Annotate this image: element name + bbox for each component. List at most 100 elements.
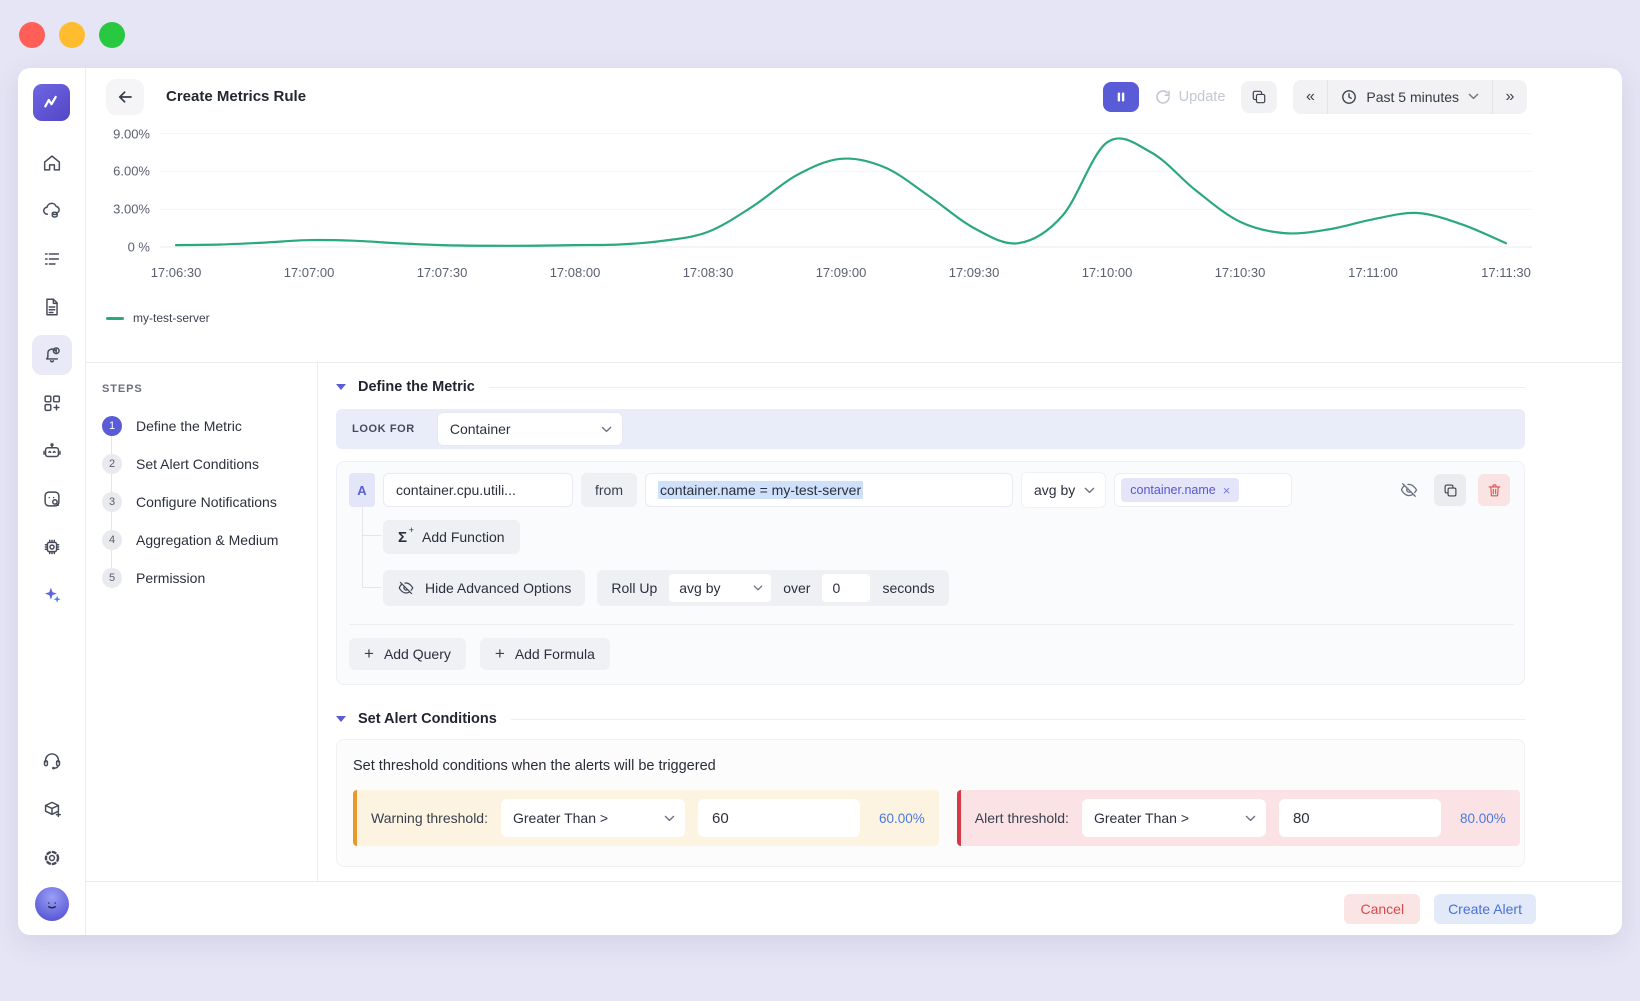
sidebar-item-alerts[interactable] xyxy=(31,335,72,375)
alert-conditions-section-header[interactable]: Set Alert Conditions xyxy=(336,711,1525,727)
add-function-button[interactable]: Σ Add Function xyxy=(383,520,520,554)
step-label: Permission xyxy=(136,570,206,586)
time-range-back-button[interactable]: « xyxy=(1293,80,1327,114)
sidebar-item-support[interactable] xyxy=(32,740,72,780)
x-tick-label: 17:10:30 xyxy=(1214,265,1266,280)
sidebar-item-infrastructure[interactable] xyxy=(32,191,72,231)
add-query-button[interactable]: + Add Query xyxy=(349,638,466,670)
group-by-tag-label: container.name xyxy=(1130,483,1216,497)
chevron-down-icon xyxy=(753,585,763,591)
zoom-window-button[interactable] xyxy=(99,22,125,48)
section-rule xyxy=(510,718,1525,720)
home-icon xyxy=(43,155,60,171)
minimize-window-button[interactable] xyxy=(59,22,85,48)
steps-list: 1 Define the Metric 2 Set Alert Conditio… xyxy=(102,407,317,597)
sidebar-item-documents[interactable] xyxy=(32,287,72,327)
alert-threshold: Alert threshold: Greater Than > 80.00% xyxy=(956,790,1520,846)
x-tick-label: 17:09:00 xyxy=(815,265,867,280)
step-aggregation-medium[interactable]: 4 Aggregation & Medium xyxy=(102,521,317,559)
time-range-forward-button[interactable]: » xyxy=(1493,80,1527,114)
alert-percent: 80.00% xyxy=(1459,810,1506,826)
query-row-a: A from container.name = my-test-server a… xyxy=(349,472,1514,508)
trash-icon xyxy=(1488,483,1500,496)
user-avatar[interactable] xyxy=(34,887,69,921)
update-button[interactable]: Update xyxy=(1155,89,1225,105)
face-search-icon xyxy=(43,491,60,507)
logs-icon xyxy=(44,253,59,265)
warning-operator-select[interactable]: Greater Than > xyxy=(500,799,685,837)
sidebar-item-bot[interactable] xyxy=(32,431,72,471)
chart-x-axis: 17:06:30 17:07:00 17:07:30 17:08:00 17:08:30… xyxy=(151,259,1532,285)
define-metric-section-header[interactable]: Define the Metric xyxy=(336,379,1525,395)
step-number: 3 xyxy=(102,492,122,512)
steps-panel: STEPS 1 Define the Metric 2 Set Alert Co… xyxy=(86,363,318,881)
step-number: 2 xyxy=(102,454,122,474)
delete-query-button[interactable] xyxy=(1478,474,1510,506)
middleware-logo[interactable] xyxy=(33,84,70,121)
step-number: 4 xyxy=(102,530,122,550)
filter-value: container.name = my-test-server xyxy=(658,481,864,499)
rollup-window-input[interactable] xyxy=(822,574,871,602)
sidebar-item-settings[interactable] xyxy=(32,838,72,878)
back-button[interactable] xyxy=(106,78,144,115)
pause-button[interactable] xyxy=(1102,81,1139,112)
hide-advanced-options-button[interactable]: Hide Advanced Options xyxy=(383,570,586,606)
topbar: Create Metrics Rule Update « Past 5 minu… xyxy=(86,68,1622,125)
look-for-select[interactable]: Container xyxy=(436,412,623,446)
step-configure-notifications[interactable]: 3 Configure Notifications xyxy=(102,483,317,521)
chart-legend-item[interactable]: my-test-server xyxy=(106,311,210,325)
duplicate-query-button[interactable] xyxy=(1434,474,1466,506)
refresh-icon xyxy=(1155,89,1170,104)
tag-remove-icon[interactable]: × xyxy=(1223,484,1231,497)
main-panel: Create Metrics Rule Update « Past 5 minu… xyxy=(86,68,1622,935)
x-tick-label: 17:06:30 xyxy=(150,265,202,280)
section-title: Set Alert Conditions xyxy=(358,711,497,727)
avatar-face-icon xyxy=(47,902,56,909)
group-by-tags-field[interactable]: container.name × xyxy=(1114,473,1293,507)
time-range-selector[interactable]: Past 5 minutes xyxy=(1327,79,1493,114)
rollup-aggregation-value: avg by xyxy=(679,580,721,596)
rule-form: Define the Metric LOOK FOR Container A c… xyxy=(318,363,1622,881)
y-tick-label: 3.00% xyxy=(113,201,150,217)
sidebar-item-processes[interactable] xyxy=(32,527,72,567)
content-body: STEPS 1 Define the Metric 2 Set Alert Co… xyxy=(86,362,1622,881)
x-tick-label: 17:07:30 xyxy=(416,265,468,280)
aggregation-select[interactable]: avg by xyxy=(1021,472,1107,508)
chevron-down-icon xyxy=(1084,487,1095,493)
warning-value-input[interactable] xyxy=(697,799,860,837)
close-window-button[interactable] xyxy=(19,22,45,48)
step-label: Set Alert Conditions xyxy=(136,456,259,472)
plus-icon: + xyxy=(494,643,505,663)
time-range-group: « Past 5 minutes » xyxy=(1293,79,1527,114)
metric-name-input[interactable] xyxy=(383,473,573,507)
step-number: 1 xyxy=(102,416,122,436)
alert-operator-select[interactable]: Greater Than > xyxy=(1081,799,1266,837)
sidebar-item-ai-assistant[interactable] xyxy=(32,575,72,615)
sidebar-item-logs[interactable] xyxy=(32,239,72,279)
sidebar xyxy=(18,68,86,935)
step-permission[interactable]: 5 Permission xyxy=(102,559,317,597)
step-label: Aggregation & Medium xyxy=(136,532,279,548)
toggle-visibility-button[interactable] xyxy=(1396,477,1422,503)
cancel-button[interactable]: Cancel xyxy=(1344,893,1421,924)
chevron-down-icon xyxy=(1245,815,1256,821)
sidebar-item-synthetics[interactable] xyxy=(32,479,72,519)
sidebar-item-installation[interactable] xyxy=(32,789,72,829)
sidebar-item-home[interactable] xyxy=(32,143,72,183)
add-formula-button[interactable]: + Add Formula xyxy=(479,638,610,670)
chevrons-right-icon: » xyxy=(1505,87,1515,105)
create-alert-button[interactable]: Create Alert xyxy=(1434,893,1536,924)
sidebar-item-dashboards[interactable] xyxy=(32,383,72,423)
alert-operator-value: Greater Than > xyxy=(1093,810,1190,826)
rollup-aggregation-select[interactable]: avg by xyxy=(669,574,772,602)
threshold-row: Warning threshold: Greater Than > 60.00%… xyxy=(353,790,1520,846)
alert-value-input[interactable] xyxy=(1278,799,1441,837)
x-tick-label: 17:11:30 xyxy=(1481,265,1531,280)
back-arrow-icon xyxy=(118,90,132,103)
copy-view-button[interactable] xyxy=(1241,80,1278,113)
alert-bell-icon xyxy=(45,347,60,363)
step-define-the-metric[interactable]: 1 Define the Metric xyxy=(102,407,317,445)
warning-percent: 60.00% xyxy=(878,810,925,826)
filter-input[interactable]: container.name = my-test-server xyxy=(645,473,1013,507)
step-set-alert-conditions[interactable]: 2 Set Alert Conditions xyxy=(102,445,317,483)
